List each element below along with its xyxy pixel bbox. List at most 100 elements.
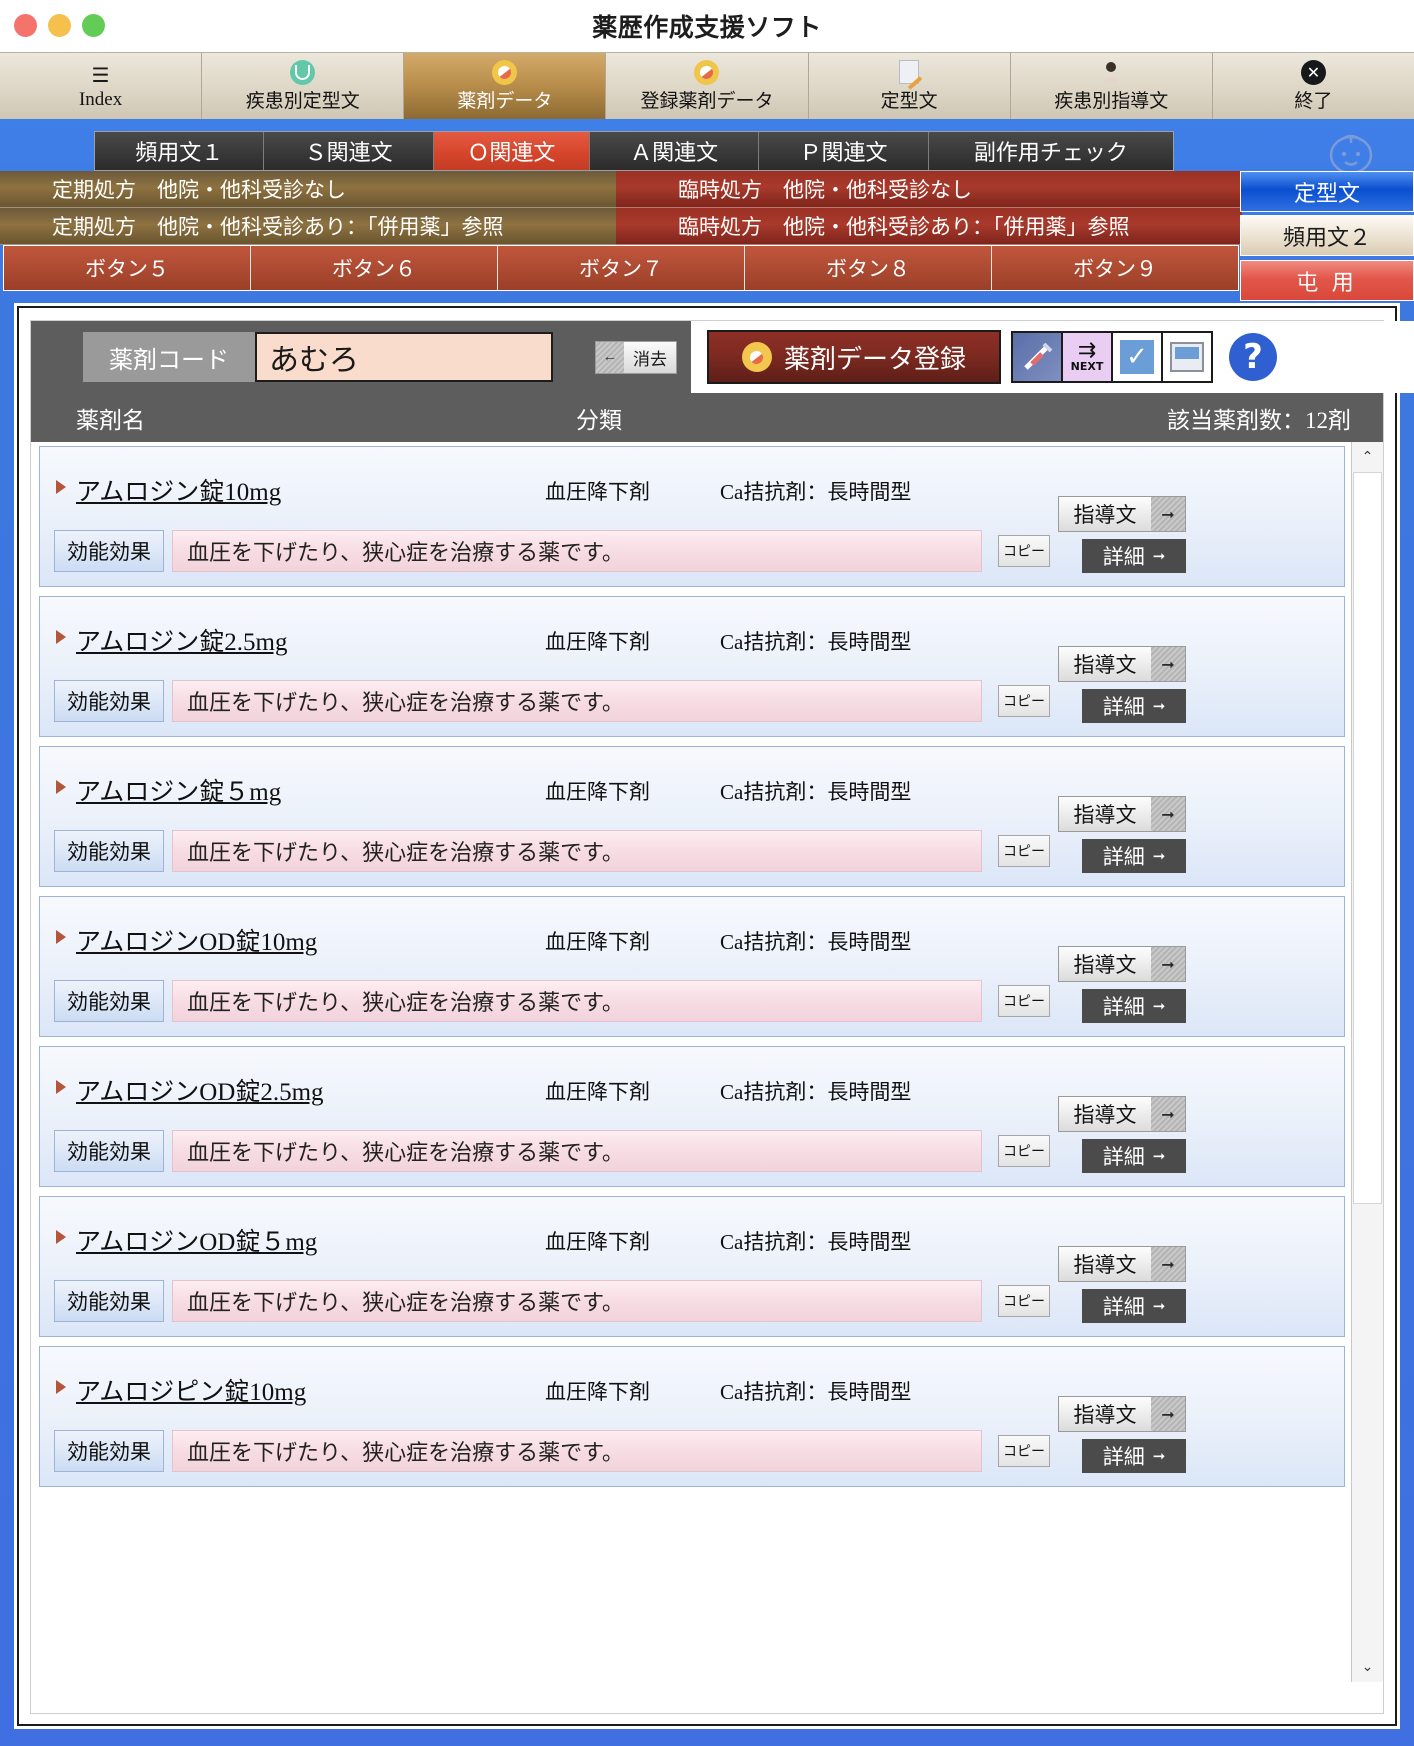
preset-regular-no-other-clinic[interactable]: 定期処方 他院・他科受診なし [0, 171, 616, 208]
copy-button[interactable]: コピー [998, 535, 1050, 567]
scrollbar-thumb[interactable] [1353, 472, 1382, 1204]
detail-button[interactable]: 詳細 ➞ [1082, 1439, 1186, 1473]
drug-list-item[interactable]: アムロジピン錠10mg 血圧降下剤 Ca拮抗剤：長時間型 効能効果 血圧を下げたり、狭心… [39, 1346, 1345, 1487]
drug-category-primary: 血圧降下剤 [545, 1080, 650, 1104]
efficacy-text[interactable]: 血圧を下げたり、狭心症を治療する薬です。 [172, 1430, 982, 1472]
scrollbar-track[interactable] [1352, 472, 1383, 1652]
side-button-tonyou[interactable]: 屯 用 [1240, 260, 1414, 301]
column-header-category: 分類 [576, 407, 622, 433]
guidance-button[interactable]: 指導文 ➞ [1058, 496, 1186, 532]
guidance-button[interactable]: 指導文 ➞ [1058, 946, 1186, 982]
list-scrollbar[interactable]: ⌃ ⌄ [1351, 442, 1383, 1682]
search-bar: 薬剤コード あむろ ← 消去 薬剤データ登録 ⇉ NEXT ✓ ? [31, 321, 1414, 393]
guidance-button-label: 指導文 [1059, 947, 1151, 981]
efficacy-text[interactable]: 血圧を下げたり、狭心症を治療する薬です。 [172, 530, 982, 572]
toolbar-item-exit[interactable]: ✕ 終了 [1212, 53, 1414, 119]
tab-p-related[interactable]: Ｐ関連文 [759, 132, 929, 170]
button-6[interactable]: ボタン６ [251, 246, 498, 290]
drug-list-item[interactable]: アムロジン錠５mg 血圧降下剤 Ca拮抗剤：長時間型 効能効果 血圧を下げたり、狭心症を… [39, 746, 1345, 887]
preset-regular-with-other-clinic[interactable]: 定期処方 他院・他科受診あり：「併用薬」参照 [0, 208, 616, 245]
drug-name-link[interactable]: アムロジン錠10mg [76, 472, 281, 508]
toolbar-item-index[interactable]: ☰ Index [0, 53, 203, 119]
drug-name-link[interactable]: アムロジピン錠10mg [76, 1372, 306, 1408]
toolbar-item-disease-guidance[interactable]: 疾患別指導文 [1010, 53, 1213, 119]
detail-button[interactable]: 詳細 ➞ [1082, 689, 1186, 723]
detail-button[interactable]: 詳細 ➞ [1082, 1139, 1186, 1173]
detail-button[interactable]: 詳細 ➞ [1082, 989, 1186, 1023]
efficacy-text[interactable]: 血圧を下げたり、狭心症を治療する薬です。 [172, 830, 982, 872]
preset-temporary-no-other-clinic[interactable]: 臨時処方 他院・他科受診なし [616, 171, 1242, 208]
register-drug-data-button[interactable]: 薬剤データ登録 [707, 330, 1001, 384]
tab-o-related[interactable]: Ｏ関連文 [433, 132, 590, 170]
efficacy-text[interactable]: 血圧を下げたり、狭心症を治療する薬です。 [172, 680, 982, 722]
minimize-window-button[interactable] [48, 14, 71, 37]
copy-button[interactable]: コピー [998, 835, 1050, 867]
tab-side-effect-check[interactable]: 副作用チェック [928, 132, 1174, 170]
window-controls[interactable] [14, 14, 105, 37]
drug-list-item[interactable]: アムロジンOD錠５mg 血圧降下剤 Ca拮抗剤：長時間型 効能効果 血圧を下げたり、狭心… [39, 1196, 1345, 1337]
content-panel-inner: 薬剤コード あむろ ← 消去 薬剤データ登録 ⇉ NEXT ✓ ? 薬剤名 分類… [30, 320, 1414, 1714]
detail-button-label: 詳細 [1102, 995, 1145, 1019]
toolbar-item-drug-data[interactable]: 薬剤データ [404, 53, 607, 119]
tab-frequent-1[interactable]: 頻用文１ [95, 132, 265, 170]
right-arrow-icon: ➞ [1161, 654, 1175, 674]
copy-button[interactable]: コピー [998, 1285, 1050, 1317]
side-button-frequent-2[interactable]: 頻用文２ [1240, 215, 1414, 256]
copy-button[interactable]: コピー [998, 685, 1050, 717]
button-7[interactable]: ボタン７ [498, 246, 745, 290]
copy-button[interactable]: コピー [998, 1435, 1050, 1467]
right-arrow-icon: ➞ [1161, 504, 1175, 524]
toolbar-item-template[interactable]: 定型文 [808, 53, 1011, 119]
drug-list-item[interactable]: アムロジンOD錠10mg 血圧降下剤 Ca拮抗剤：長時間型 効能効果 血圧を下げたり、狭… [39, 896, 1345, 1037]
detail-button[interactable]: 詳細 ➞ [1082, 839, 1186, 873]
button-9[interactable]: ボタン９ [992, 246, 1238, 290]
guidance-button[interactable]: 指導文 ➞ [1058, 646, 1186, 682]
side-button-column: 定型文 頻用文２ 屯 用 [1240, 171, 1414, 304]
efficacy-text[interactable]: 血圧を下げたり、狭心症を治療する薬です。 [172, 1130, 982, 1172]
drug-name-link[interactable]: アムロジンOD錠2.5mg [76, 1072, 324, 1108]
efficacy-text[interactable]: 血圧を下げたり、狭心症を治療する薬です。 [172, 980, 982, 1022]
efficacy-label: 効能効果 [54, 1280, 164, 1322]
maximize-window-button[interactable] [82, 14, 105, 37]
copy-button[interactable]: コピー [998, 1135, 1050, 1167]
drug-code-input[interactable]: あむろ [255, 332, 553, 382]
tab-s-related[interactable]: Ｓ関連文 [264, 132, 434, 170]
button-5[interactable]: ボタン５ [4, 246, 251, 290]
close-window-button[interactable] [14, 14, 37, 37]
guidance-button[interactable]: 指導文 ➞ [1058, 1096, 1186, 1132]
button-8[interactable]: ボタン８ [745, 246, 992, 290]
toolbar-item-disease-template[interactable]: 疾患別定型文 [202, 53, 405, 119]
detail-button-label: 詳細 [1102, 1445, 1145, 1469]
bullet-triangle-icon [56, 930, 66, 944]
monitor-icon[interactable] [1161, 331, 1213, 383]
drug-list-item[interactable]: アムロジンOD錠2.5mg 血圧降下剤 Ca拮抗剤：長時間型 効能効果 血圧を下げたり、… [39, 1046, 1345, 1187]
drug-name-link[interactable]: アムロジン錠2.5mg [76, 622, 287, 658]
drug-name-link[interactable]: アムロジンOD錠５mg [76, 1222, 317, 1258]
drug-list-area: アムロジン錠10mg 血圧降下剤 Ca拮抗剤：長時間型 効能効果 血圧を下げたり、狭心症… [31, 442, 1383, 1682]
next-arrow-icon[interactable]: ⇉ NEXT [1061, 331, 1113, 383]
drug-list-item[interactable]: アムロジン錠10mg 血圧降下剤 Ca拮抗剤：長時間型 効能効果 血圧を下げたり、狭心症… [39, 446, 1345, 587]
drug-list-item[interactable]: アムロジン錠2.5mg 血圧降下剤 Ca拮抗剤：長時間型 効能効果 血圧を下げたり、狭心… [39, 596, 1345, 737]
guidance-button[interactable]: 指導文 ➞ [1058, 1396, 1186, 1432]
preset-temporary-with-other-clinic[interactable]: 臨時処方 他院・他科受診あり：「併用薬」参照 [616, 208, 1242, 245]
checkmark-icon[interactable]: ✓ [1111, 331, 1163, 383]
drug-name-link[interactable]: アムロジン錠５mg [76, 772, 281, 808]
copy-button[interactable]: コピー [998, 985, 1050, 1017]
syringe-icon[interactable] [1011, 331, 1063, 383]
scroll-down-button[interactable]: ⌄ [1352, 1652, 1383, 1682]
toolbar-item-registered-drug-data[interactable]: 登録薬剤データ [606, 53, 809, 119]
efficacy-text[interactable]: 血圧を下げたり、狭心症を治療する薬です。 [172, 1280, 982, 1322]
detail-button[interactable]: 詳細 ➞ [1082, 539, 1186, 573]
guidance-button-label: 指導文 [1059, 1247, 1151, 1281]
help-button[interactable]: ? [1229, 333, 1277, 381]
tab-a-related[interactable]: Ａ関連文 [589, 132, 760, 170]
detail-button-label: 詳細 [1102, 1145, 1145, 1169]
clear-button[interactable]: ← 消去 [595, 340, 677, 374]
drug-list: アムロジン錠10mg 血圧降下剤 Ca拮抗剤：長時間型 効能効果 血圧を下げたり、狭心症… [31, 442, 1351, 1682]
side-button-template[interactable]: 定型文 [1240, 171, 1414, 212]
drug-name-link[interactable]: アムロジンOD錠10mg [76, 922, 317, 958]
scroll-up-button[interactable]: ⌃ [1352, 442, 1383, 472]
detail-button[interactable]: 詳細 ➞ [1082, 1289, 1186, 1323]
guidance-button[interactable]: 指導文 ➞ [1058, 796, 1186, 832]
guidance-button[interactable]: 指導文 ➞ [1058, 1246, 1186, 1282]
